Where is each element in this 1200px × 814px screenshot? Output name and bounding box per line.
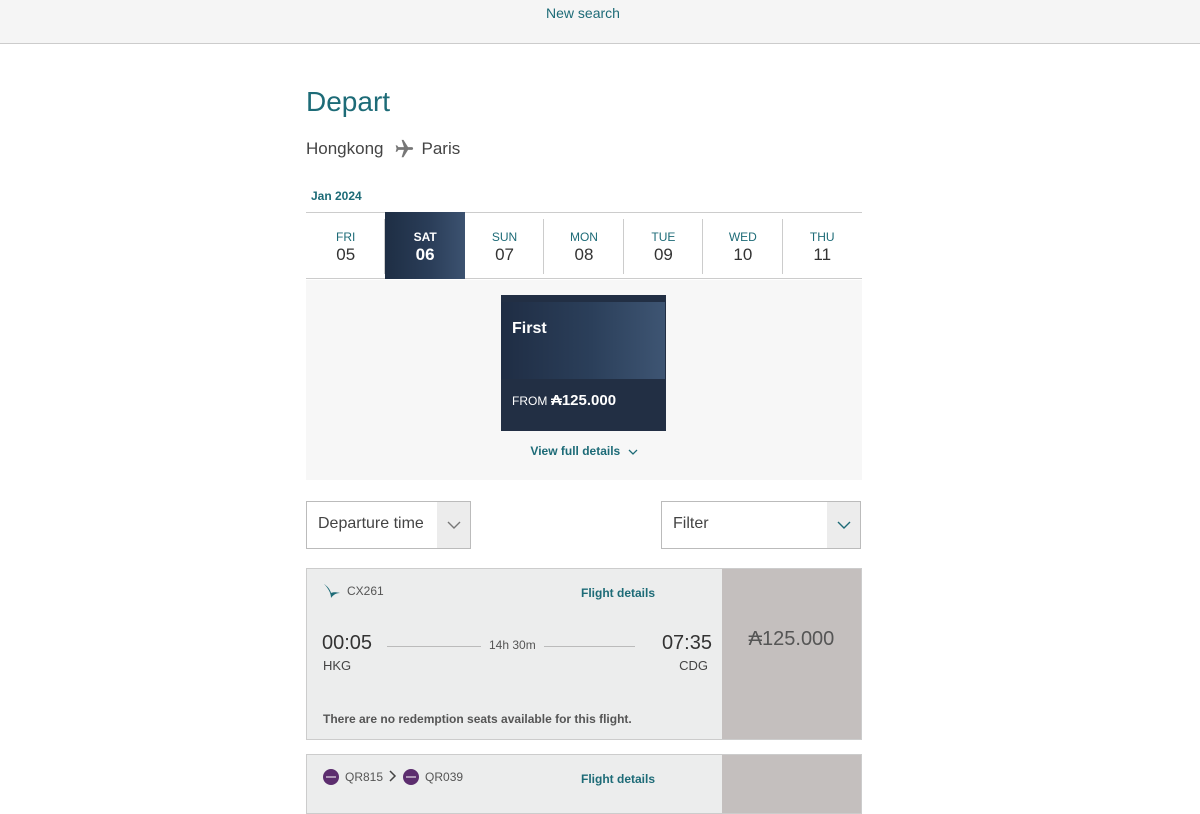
destination-city: Paris	[421, 139, 461, 158]
view-full-details-link[interactable]: View full details	[306, 444, 862, 459]
flight-details-link[interactable]: Flight details	[581, 586, 655, 600]
cabin-card-band	[501, 302, 665, 379]
page-title: Depart	[306, 86, 391, 117]
from-label: FROM	[512, 394, 548, 408]
date-selector: FRI 05 SAT 06 SUN 07 MON 08 TUE 09 WED 1…	[306, 212, 862, 279]
availability-notice: There are no redemption seats available …	[323, 712, 632, 726]
flight-duration: 14h 30m	[481, 638, 544, 652]
filter-select[interactable]: Filter	[661, 501, 861, 549]
route: Hongkong Paris	[306, 138, 460, 160]
date-day: 06	[415, 245, 435, 264]
cabin-price: ₳125.000	[551, 392, 617, 409]
chevron-down-icon	[628, 445, 638, 459]
price-column[interactable]	[722, 755, 861, 813]
date-weekday: MON	[569, 230, 598, 244]
date-tue-09[interactable]: TUE 09	[624, 213, 704, 278]
date-thu-11[interactable]: THU 11	[783, 213, 862, 278]
chevron-down-icon	[827, 502, 860, 548]
departure-airport: HKG	[323, 658, 352, 673]
filter-label: Filter	[673, 515, 709, 532]
qatar-logo-icon	[323, 769, 339, 785]
month-label: Jan 2024	[311, 189, 362, 203]
date-weekday: THU	[809, 230, 835, 244]
cathay-logo-icon	[323, 583, 341, 599]
flight-info: CX261 Flight details 00:05 HKG 14h 30m 0…	[307, 569, 722, 739]
date-wed-10[interactable]: WED 10	[703, 213, 783, 278]
date-weekday: FRI	[336, 230, 356, 244]
date-sun-07[interactable]: SUN 07	[465, 213, 545, 278]
flight-info: QR815 QR039 Flight details	[307, 755, 722, 813]
flight-number-row: QR815 QR039	[323, 769, 463, 785]
date-weekday: WED	[728, 230, 757, 244]
arrival-airport: CDG	[679, 658, 708, 673]
date-weekday: SUN	[491, 230, 518, 244]
airplane-icon	[392, 138, 414, 160]
origin-city: Hongkong	[306, 139, 384, 158]
arrival-time: 07:35	[661, 632, 712, 654]
cabin-panel: First FROM ₳125.000 View full details	[306, 280, 862, 480]
flight-card[interactable]: QR815 QR039 Flight details	[306, 754, 862, 814]
date-day: 08	[574, 245, 594, 264]
cabin-name: First	[512, 320, 547, 337]
flight-number-row: CX261	[323, 583, 384, 599]
flight-number: CX261	[347, 584, 384, 598]
date-day: 10	[733, 245, 753, 264]
departure-time: 00:05	[322, 632, 373, 654]
chevron-down-icon	[437, 502, 470, 548]
flight-details-link[interactable]: Flight details	[581, 772, 655, 786]
flight-card[interactable]: CX261 Flight details 00:05 HKG 14h 30m 0…	[306, 568, 862, 740]
flight-number: QR039	[425, 770, 464, 784]
connection-arrow-icon	[389, 769, 397, 785]
sort-select[interactable]: Departure time	[306, 501, 471, 549]
cabin-card-first[interactable]: First FROM ₳125.000	[501, 295, 666, 431]
date-mon-08[interactable]: MON 08	[544, 213, 625, 278]
date-day: 05	[336, 245, 356, 264]
date-day: 09	[653, 245, 673, 264]
date-weekday: SAT	[413, 230, 437, 244]
sort-label: Departure time	[318, 515, 424, 532]
date-day: 07	[495, 245, 515, 264]
qatar-logo-icon	[403, 769, 420, 785]
date-sat-06-selected[interactable]: SAT 06	[385, 212, 465, 279]
view-details-label: View full details	[530, 444, 621, 458]
flight-price: ₳125.000	[748, 628, 835, 650]
price-column[interactable]: ₳125.000	[722, 569, 861, 739]
date-weekday: TUE	[651, 230, 676, 244]
date-fri-05[interactable]: FRI 05	[306, 213, 386, 278]
new-search-link[interactable]: New search	[0, 5, 1166, 21]
flight-number: QR815	[345, 770, 384, 784]
date-day: 11	[813, 245, 832, 264]
top-bar: New search	[0, 0, 1200, 44]
